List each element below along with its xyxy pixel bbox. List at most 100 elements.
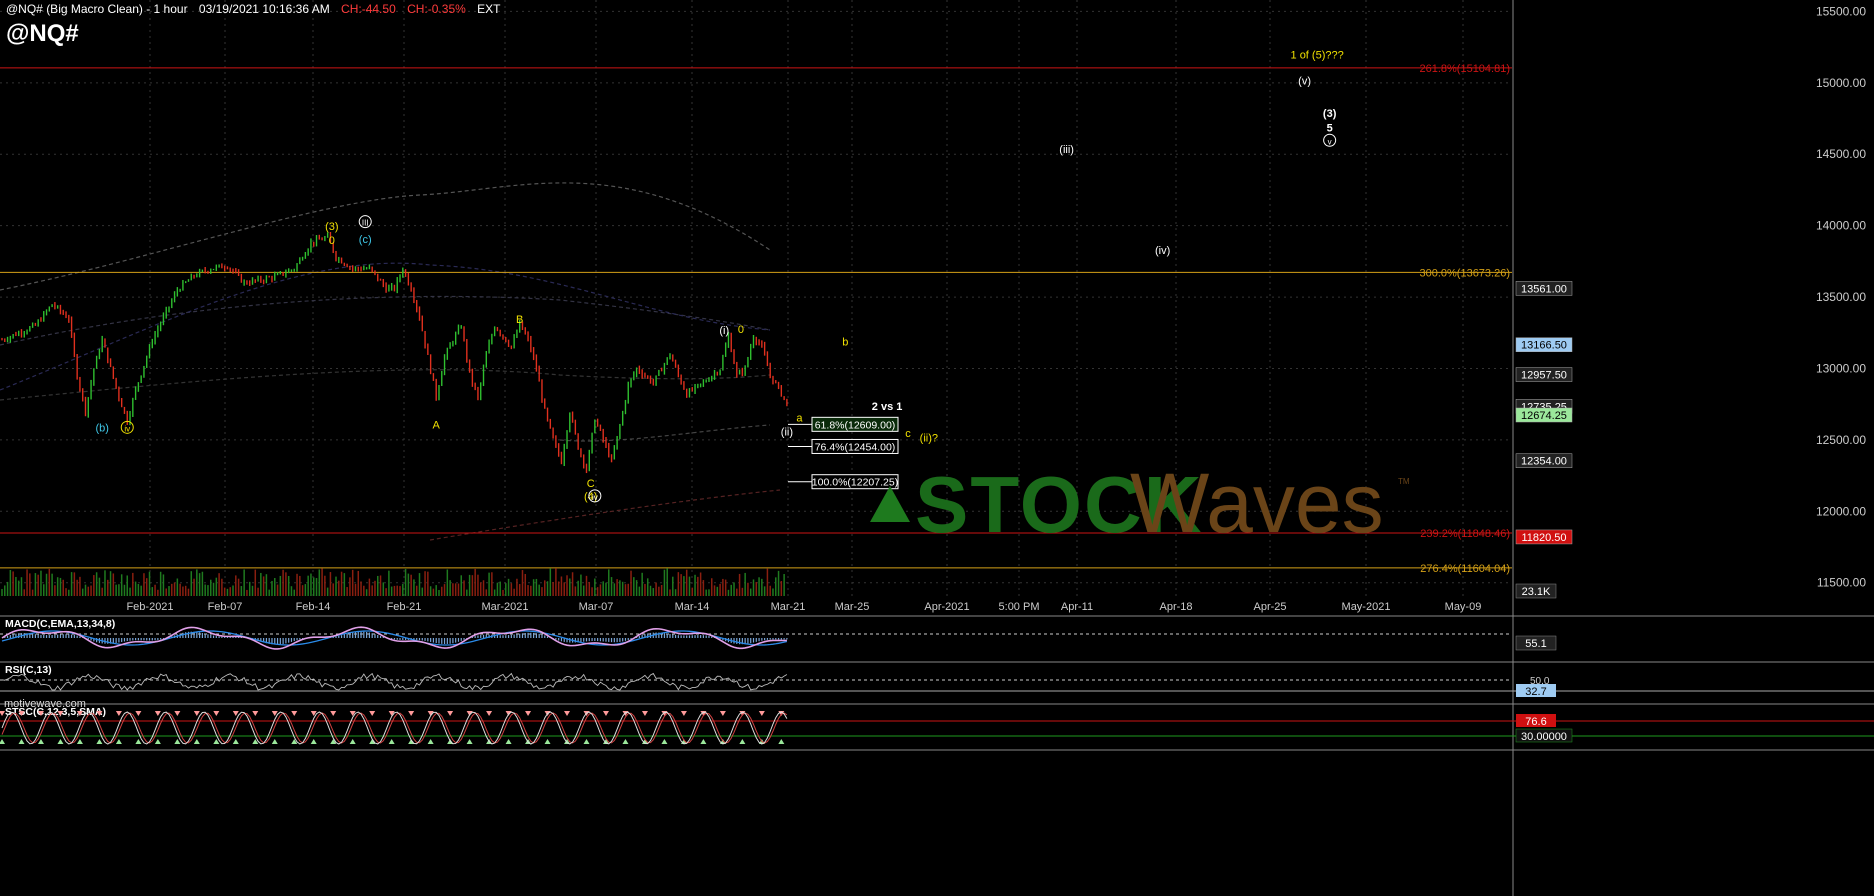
x-tick-label: Mar-07 xyxy=(579,601,614,613)
fib-level-label: 300.0%(13673.26) xyxy=(1419,267,1510,279)
stsc-buy-marker xyxy=(154,739,161,744)
price-tag-label: 12957.50 xyxy=(1521,370,1567,382)
stsc-buy-marker xyxy=(349,739,356,744)
stsc-value-label: 76.6 xyxy=(1525,716,1546,728)
wave-label: 5 xyxy=(1327,122,1333,134)
stsc-buy-marker xyxy=(37,739,44,744)
macd-value-label: 55.1 xyxy=(1525,638,1546,650)
x-tick-label: Feb-07 xyxy=(208,601,243,613)
wave-label: 1 of (5)??? xyxy=(1291,50,1344,62)
x-tick-label: Apr-2021 xyxy=(924,601,969,613)
chart-canvas: Feb-2021 Feb-07 Feb-14 Feb-21 Mar-2021 Mar-07… xyxy=(0,0,1874,896)
price-tag-label: 12354.00 xyxy=(1521,456,1567,468)
stsc-buy-marker xyxy=(174,739,181,744)
stsc-buy-marker xyxy=(427,739,434,744)
stsc-sell-marker xyxy=(641,711,648,716)
wave-label: 2 vs 1 xyxy=(872,401,903,413)
y-tick-label: 12500.00 xyxy=(1816,433,1866,447)
wave-label: v xyxy=(1328,137,1332,146)
stsc-buy-marker xyxy=(466,739,473,744)
retrace-box-label: 61.8%(12609.00) xyxy=(815,419,896,431)
volume-series xyxy=(1,568,785,596)
moving-average-line xyxy=(0,182,771,291)
fib-level-label: 276.4%(11604.04) xyxy=(1420,563,1510,575)
stsc-sell-marker xyxy=(213,711,220,716)
stsc-sell-marker xyxy=(154,711,161,716)
stsc-sell-marker xyxy=(602,711,609,716)
wave-label: (3) xyxy=(1323,108,1337,120)
stsc-buy-marker xyxy=(232,739,239,744)
price-tag-label: 11820.50 xyxy=(1521,532,1566,544)
stsc-buy-marker xyxy=(388,739,395,744)
wave-label: c xyxy=(905,428,911,440)
wave-label: (c) xyxy=(359,234,372,246)
price-tag-label: 13561.00 xyxy=(1521,283,1567,295)
y-tick-label: 14000.00 xyxy=(1816,219,1866,233)
stsc-buy-marker xyxy=(661,739,668,744)
price-tag-label: 12674.25 xyxy=(1521,410,1567,422)
wave-label: 0 xyxy=(738,324,744,336)
y-tick-label: 15500.00 xyxy=(1816,4,1866,18)
y-tick-label: 12000.00 xyxy=(1816,504,1866,518)
retrace-box-label: 100.0%(12207.25) xyxy=(812,477,898,489)
stsc-sell-marker xyxy=(369,711,376,716)
chart-header: @NQ# (Big Macro Clean) - 1 hour 03/19/20… xyxy=(6,2,508,16)
session-label: EXT xyxy=(477,2,501,16)
stsc-buy-marker xyxy=(0,739,5,744)
wave-label: b xyxy=(842,337,848,349)
stsc-buy-marker xyxy=(310,739,317,744)
stsc-sell-marker xyxy=(252,711,259,716)
stsc-buy-marker xyxy=(96,739,103,744)
change-value: CH:-44.50 xyxy=(341,2,396,16)
x-tick-label: Apr-25 xyxy=(1253,601,1286,613)
y-tick-label: 11500.00 xyxy=(1817,576,1866,590)
stsc-buy-marker xyxy=(76,739,83,744)
stsc-sell-marker xyxy=(758,711,765,716)
stsc-buy-marker xyxy=(544,739,551,744)
stsc-buy-marker xyxy=(57,739,64,744)
stsc-sell-marker xyxy=(564,711,571,716)
stsc-sell-marker xyxy=(232,711,239,716)
price-series xyxy=(1,231,788,474)
wave-label: (i) xyxy=(719,325,729,337)
x-tick-label: 5:00 PM xyxy=(999,601,1040,613)
stsc-buy-marker xyxy=(700,739,707,744)
stsc-sell-marker xyxy=(525,711,532,716)
stsc-buy-marker xyxy=(18,739,25,744)
stsc-sell-marker xyxy=(408,711,415,716)
wave-label: A xyxy=(433,419,441,431)
y-tick-label: 15000.00 xyxy=(1816,76,1866,90)
x-tick-label: Apr-11 xyxy=(1061,601,1093,613)
change-percent: CH:-0.35% xyxy=(407,2,466,16)
volume-tag-label: 23.1K xyxy=(1522,586,1551,598)
stsc-sell-marker xyxy=(330,711,337,716)
y-tick-label: 14500.00 xyxy=(1816,147,1866,161)
stsc-sell-marker xyxy=(174,711,181,716)
stsc-signal-line xyxy=(1,712,788,744)
wave-label: (3) xyxy=(325,221,338,233)
stsc-sell-marker xyxy=(115,711,122,716)
stsc-sell-marker xyxy=(291,711,298,716)
wave-label: iv xyxy=(592,493,598,502)
watermark-tm: TM xyxy=(1398,477,1410,486)
wave-label: (ii) xyxy=(781,427,793,439)
stsc-buy-marker xyxy=(271,739,278,744)
fib-level-label: 261.8%(15104.81) xyxy=(1419,63,1510,75)
stsc-sell-marker xyxy=(719,711,726,716)
x-tick-label: May-2021 xyxy=(1342,601,1391,613)
stsc-buy-marker xyxy=(778,739,785,744)
wave-label: 0 xyxy=(329,235,335,247)
x-tick-label: Mar-25 xyxy=(835,601,870,613)
indicator-name: RSI(C,13) xyxy=(5,664,52,676)
wave-label: (v) xyxy=(1298,75,1311,87)
stsc-buy-marker xyxy=(135,739,142,744)
stsc-sell-marker xyxy=(135,711,142,716)
wave-label: (iv) xyxy=(1155,245,1170,257)
chart-datetime: 03/19/2021 10:16:36 AM xyxy=(198,2,330,16)
symbol-label: @NQ# xyxy=(6,20,79,47)
retrace-box-label: 76.4%(12454.00) xyxy=(815,441,896,453)
moving-average-line xyxy=(0,295,771,346)
stsc-sell-marker xyxy=(486,711,493,716)
rsi-line xyxy=(1,672,788,691)
stsc-tick-label: 30.00000 xyxy=(1521,731,1567,743)
